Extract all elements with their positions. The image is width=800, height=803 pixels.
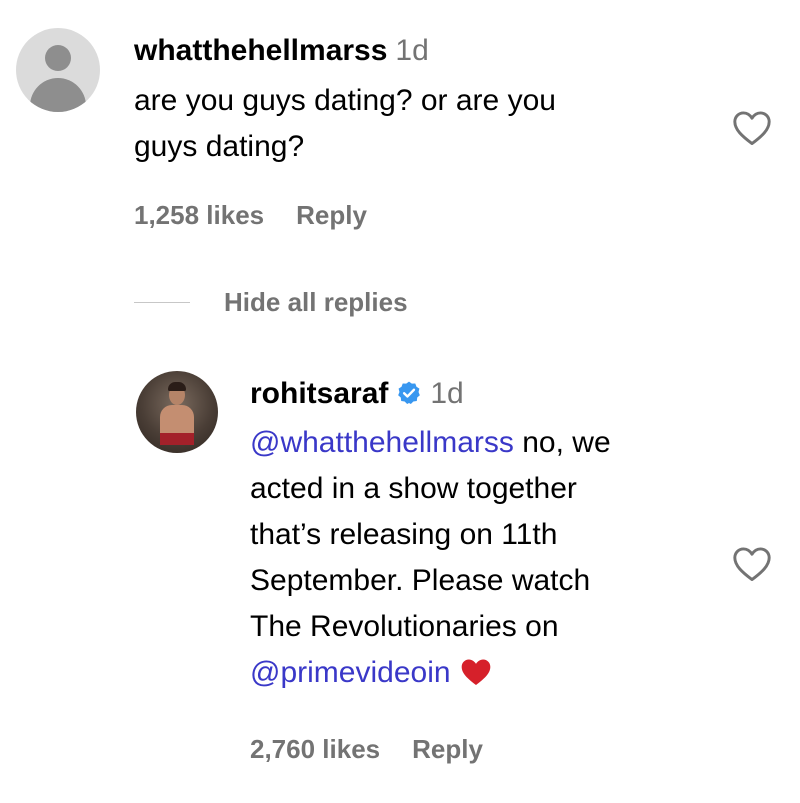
comment-text-line: guys dating? bbox=[134, 130, 305, 163]
reply-time: 1d bbox=[430, 377, 464, 410]
comment-text-line: are you guys dating? or are you bbox=[134, 84, 556, 117]
comment-meta: 1,258 likes Reply bbox=[134, 199, 367, 231]
avatar-figure-shorts bbox=[160, 433, 194, 445]
reply-text-fragment: no, we bbox=[513, 426, 611, 459]
reply-text-line: acted in a show together bbox=[250, 472, 577, 505]
verified-badge-icon bbox=[398, 381, 421, 405]
mention-link[interactable]: @primevideoin bbox=[250, 656, 451, 689]
comment-reply-button[interactable]: Reply bbox=[296, 200, 367, 230]
reply-text-line: that’s releasing on 11th bbox=[250, 518, 558, 551]
red-heart-emoji bbox=[461, 659, 491, 685]
avatar-figure-hair bbox=[168, 382, 186, 391]
mention-link[interactable]: @whatthehellmarss bbox=[250, 426, 514, 459]
reply-text-line: @whatthehellmarss no, we bbox=[250, 420, 611, 466]
comment-username[interactable]: whatthehellmarss bbox=[134, 34, 387, 67]
heart-outline-icon[interactable] bbox=[732, 110, 772, 146]
comment-likes[interactable]: 1,258 likes bbox=[134, 200, 264, 230]
hide-replies-button[interactable]: Hide all replies bbox=[224, 285, 408, 319]
heart-outline-icon[interactable] bbox=[732, 546, 772, 582]
reply-username[interactable]: rohitsaraf bbox=[250, 377, 388, 410]
reply-meta: 2,760 likes Reply bbox=[250, 733, 483, 765]
reply-likes[interactable]: 2,760 likes bbox=[250, 734, 380, 764]
replies-divider bbox=[134, 302, 190, 303]
reply-reply-button[interactable]: Reply bbox=[412, 734, 483, 764]
comment-header: whatthehellmarss 1d bbox=[134, 33, 429, 69]
avatar-head-shape bbox=[45, 45, 71, 71]
reply-text-line: September. Please watch bbox=[250, 564, 591, 597]
reply-body: @whatthehellmarss no, we acted in a show… bbox=[250, 420, 611, 696]
comment-time: 1d bbox=[395, 34, 429, 67]
reply-text-line: The Revolutionaries on bbox=[250, 610, 559, 643]
reply-header: rohitsaraf 1d bbox=[250, 376, 464, 412]
reply-text-line: @primevideoin bbox=[250, 650, 611, 696]
avatar-shoulders-shape bbox=[30, 78, 86, 112]
comment-body: are you guys dating? or are you guys dat… bbox=[134, 78, 556, 170]
default-avatar-icon[interactable] bbox=[16, 28, 100, 112]
reply-avatar[interactable] bbox=[136, 371, 218, 453]
